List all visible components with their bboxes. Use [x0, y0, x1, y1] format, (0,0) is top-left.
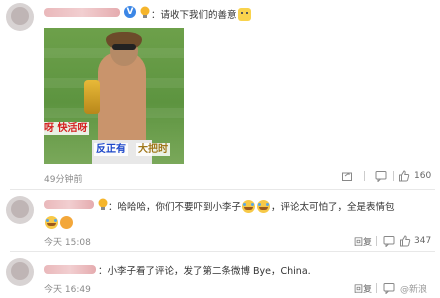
person-figure: [98, 52, 146, 152]
like-count: 160: [414, 171, 432, 181]
comment-text-content: ：请收下我们的善意: [151, 10, 237, 21]
separator: [393, 171, 394, 181]
comment-text-part1: ：哈哈哈，你们不要吓到小李子: [108, 202, 242, 213]
trophy-icon: [84, 80, 100, 114]
separator: [364, 171, 365, 181]
username[interactable]: [44, 8, 120, 17]
laugh-cry-emoji-icon: [242, 200, 256, 213]
laugh-cry-emoji-icon: [257, 200, 271, 213]
comment-time: 今天 15:08: [44, 238, 91, 248]
smile-face-emoji-icon: [237, 8, 251, 21]
comment-icon[interactable]: [383, 235, 395, 247]
username[interactable]: [44, 200, 94, 209]
comment-icon[interactable]: [375, 170, 387, 182]
avatar[interactable]: [6, 258, 34, 286]
comment-image[interactable]: 呀 快活呀 反正有 大把时: [44, 28, 184, 164]
comment-time: 今天 16:49: [44, 285, 91, 295]
reply-button[interactable]: 回复: [354, 235, 372, 248]
comment-text-part2: ，评论太可怕了，全是表情包: [271, 202, 395, 213]
thumbs-up-icon[interactable]: [398, 170, 410, 182]
reply-button[interactable]: 回复: [354, 282, 372, 295]
bulb-icon: [140, 6, 150, 18]
image-caption-bottom-right: 大把时: [136, 143, 170, 156]
comment-icon[interactable]: [383, 282, 395, 294]
avatar[interactable]: [6, 196, 34, 224]
avatar[interactable]: [6, 3, 34, 31]
share-icon[interactable]: [341, 170, 353, 182]
separator: [376, 236, 377, 246]
comment-text: ：请收下我们的善意: [151, 7, 252, 21]
comment-text-line2: [44, 216, 74, 229]
sunglasses: [112, 44, 136, 50]
comment-item: ：小李子看了评论，发了第二条微博 Bye，China. 今天 16:49 回复 …: [0, 252, 440, 298]
image-caption-bottom-left: 反正有: [94, 143, 128, 156]
laugh-cry-emoji-icon: [45, 216, 58, 229]
verified-icon: V: [124, 6, 136, 18]
bulb-icon: [98, 198, 108, 210]
comment-item: ：哈哈哈，你们不要吓到小李子 ，评论太可怕了，全是表情包 今天 15:08 回复 …: [0, 190, 440, 250]
clap-emoji-icon: [60, 216, 73, 229]
image-caption-left: 呀 快活呀: [44, 122, 90, 135]
thumbs-up-icon[interactable]: [399, 235, 411, 247]
username[interactable]: [44, 265, 96, 274]
watermark: @新浪: [400, 285, 428, 295]
comment-text: ：小李子看了评论，发了第二条微博 Bye，China.: [98, 266, 311, 277]
comment-text: ：哈哈哈，你们不要吓到小李子 ，评论太可怕了，全是表情包: [108, 199, 395, 213]
separator: [376, 283, 377, 293]
comment-time: 49分钟前: [44, 175, 83, 185]
comment-item: V ：请收下我们的善意 呀 快活呀 反正有 大把时 49分钟前 160: [0, 0, 440, 190]
like-count: 347: [414, 236, 432, 246]
